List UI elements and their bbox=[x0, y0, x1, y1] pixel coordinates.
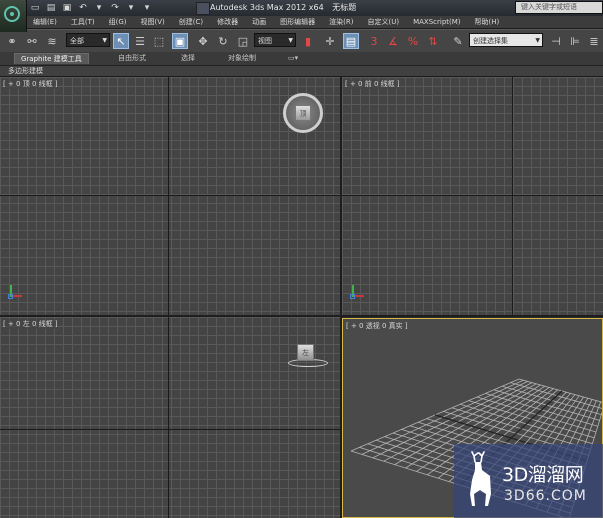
layer-manager-icon[interactable]: ≣ bbox=[586, 33, 602, 49]
select-and-rotate-icon[interactable]: ↻ bbox=[215, 33, 231, 49]
ribbon-panel-label[interactable]: 多边形建模 bbox=[8, 66, 43, 76]
menu-rendering[interactable]: 渲染(R) bbox=[322, 16, 360, 28]
menu-maxscript[interactable]: MAXScript(M) bbox=[406, 16, 467, 28]
app-name: Autodesk 3ds Max 2012 x64 bbox=[210, 3, 324, 12]
search-input[interactable]: 键入关键字或短语 bbox=[515, 1, 603, 14]
menu-graph-editors[interactable]: 图形编辑器 bbox=[273, 16, 322, 28]
tab-graphite-modeling[interactable]: Graphite 建模工具 bbox=[14, 53, 89, 64]
viewcube[interactable]: 左 bbox=[288, 341, 328, 369]
viewport-label-left[interactable]: [ + 0 左 0 线框 ] bbox=[3, 319, 58, 329]
viewport-label-front[interactable]: [ + 0 前 0 线框 ] bbox=[345, 79, 400, 89]
watermark: 3D溜溜网 3D66.COM bbox=[454, 444, 603, 518]
undo-icon[interactable]: ↶ bbox=[76, 1, 90, 14]
menu-modifiers[interactable]: 修改器 bbox=[210, 16, 245, 28]
menu-bar: 编辑(E) 工具(T) 组(G) 视图(V) 创建(C) 修改器 动画 图形编辑… bbox=[26, 16, 603, 29]
select-and-link-icon[interactable]: ⚭ bbox=[4, 33, 20, 49]
reference-coordinate-dropdown[interactable]: 视图 ▼ bbox=[254, 33, 296, 47]
menu-customize[interactable]: 自定义(U) bbox=[360, 16, 406, 28]
ribbon-panel: 多边形建模 bbox=[0, 66, 603, 77]
select-and-manipulate-icon[interactable]: ✛ bbox=[322, 33, 338, 49]
ribbon-options-icon[interactable]: ▭▾ bbox=[288, 53, 298, 64]
quick-access-toolbar: ▭ ▤ ▣ ↶ ▾ ↷ ▾ ▾ bbox=[28, 1, 154, 15]
axis-tripod-icon bbox=[8, 283, 24, 299]
menu-help[interactable]: 帮助(H) bbox=[468, 16, 507, 28]
pivot-center-icon[interactable]: ▮ bbox=[300, 33, 316, 49]
tab-object-paint[interactable]: 对象绘制 bbox=[228, 53, 256, 64]
chevron-down-icon: ▼ bbox=[288, 37, 293, 44]
menu-animation[interactable]: 动画 bbox=[245, 16, 273, 28]
snaps-toggle-icon[interactable]: 3 bbox=[366, 33, 382, 49]
new-icon[interactable]: ▭ bbox=[28, 1, 42, 14]
title-bar: ▭ ▤ ▣ ↶ ▾ ↷ ▾ ▾ Autodesk 3ds Max 2012 x6… bbox=[0, 0, 603, 17]
viewcube-face[interactable]: 顶 bbox=[295, 105, 311, 121]
reference-coordinate-value: 视图 bbox=[258, 37, 272, 45]
axis-tripod-icon bbox=[350, 283, 366, 299]
tab-selection[interactable]: 选择 bbox=[181, 53, 195, 64]
undo-dropdown-icon[interactable]: ▾ bbox=[92, 1, 106, 14]
project-folder-icon[interactable] bbox=[196, 2, 210, 15]
mirror-icon[interactable]: ⊣ bbox=[548, 33, 564, 49]
rectangular-selection-icon[interactable]: ⬚ bbox=[151, 33, 167, 49]
watermark-brand: 3D溜溜网 bbox=[502, 464, 584, 486]
menu-group[interactable]: 组(G) bbox=[102, 16, 134, 28]
bind-space-warp-icon[interactable]: ≋ bbox=[44, 33, 60, 49]
tab-freeform[interactable]: 自由形式 bbox=[118, 53, 146, 64]
select-and-move-icon[interactable]: ✥ bbox=[195, 33, 211, 49]
keyboard-shortcut-override-icon[interactable]: ▤ bbox=[343, 33, 359, 49]
spinner-snap-icon[interactable]: ⇅ bbox=[425, 33, 441, 49]
document-name: 无标题 bbox=[332, 3, 357, 12]
viewcube[interactable]: 顶 bbox=[283, 93, 323, 133]
save-icon[interactable]: ▣ bbox=[60, 1, 74, 14]
select-object-icon[interactable]: ↖ bbox=[113, 33, 129, 49]
angle-snap-icon[interactable]: ∡ bbox=[385, 33, 401, 49]
named-selection-value: 创建选择集 bbox=[473, 37, 508, 45]
menu-create[interactable]: 创建(C) bbox=[172, 16, 210, 28]
viewport-front[interactable]: [ + 0 前 0 线框 ] bbox=[342, 77, 603, 317]
chevron-down-icon: ▼ bbox=[535, 37, 540, 44]
viewport-top[interactable]: [ + 0 顶 0 线框 ] 顶 bbox=[0, 77, 342, 317]
viewcube-face[interactable]: 左 bbox=[297, 344, 314, 361]
menu-tools[interactable]: 工具(T) bbox=[64, 16, 102, 28]
application-button[interactable] bbox=[0, 0, 27, 32]
select-and-scale-icon[interactable]: ◲ bbox=[235, 33, 251, 49]
viewport-label-perspective[interactable]: [ + 0 透视 0 真实 ] bbox=[346, 321, 408, 331]
more-icon[interactable]: ▾ bbox=[140, 1, 154, 14]
main-toolbar: ⚭ ⚯ ≋ 全部 ▼ ↖ ☰ ⬚ ▣ ✥ ↻ ◲ 视图 ▼ ▮ ✛ ▤ 3 ∡ … bbox=[0, 29, 603, 53]
redo-dropdown-icon[interactable]: ▾ bbox=[124, 1, 138, 14]
select-by-name-icon[interactable]: ☰ bbox=[132, 33, 148, 49]
unlink-icon[interactable]: ⚯ bbox=[24, 33, 40, 49]
ribbon-tabs: Graphite 建模工具 自由形式 选择 对象绘制 ▭▾ bbox=[0, 52, 603, 66]
chevron-down-icon: ▼ bbox=[102, 37, 107, 44]
viewport-left[interactable]: [ + 0 左 0 线框 ] 左 bbox=[0, 317, 342, 518]
align-icon[interactable]: ⊫ bbox=[567, 33, 583, 49]
menu-edit[interactable]: 编辑(E) bbox=[26, 16, 64, 28]
viewport-label-top[interactable]: [ + 0 顶 0 线框 ] bbox=[3, 79, 58, 89]
deer-logo-icon bbox=[470, 451, 491, 506]
window-crossing-icon[interactable]: ▣ bbox=[172, 33, 188, 49]
window-title: Autodesk 3ds Max 2012 x64 无标题 bbox=[210, 2, 362, 13]
selection-filter-dropdown[interactable]: 全部 ▼ bbox=[66, 33, 110, 47]
open-icon[interactable]: ▤ bbox=[44, 1, 58, 14]
named-selection-dropdown[interactable]: 创建选择集 ▼ bbox=[469, 33, 543, 47]
menu-views[interactable]: 视图(V) bbox=[134, 16, 172, 28]
percent-snap-icon[interactable]: % bbox=[405, 33, 421, 49]
redo-icon[interactable]: ↷ bbox=[108, 1, 122, 14]
selection-filter-value: 全部 bbox=[70, 37, 84, 45]
watermark-domain: 3D66.COM bbox=[504, 488, 587, 504]
edit-named-selection-icon[interactable]: ✎ bbox=[450, 33, 466, 49]
